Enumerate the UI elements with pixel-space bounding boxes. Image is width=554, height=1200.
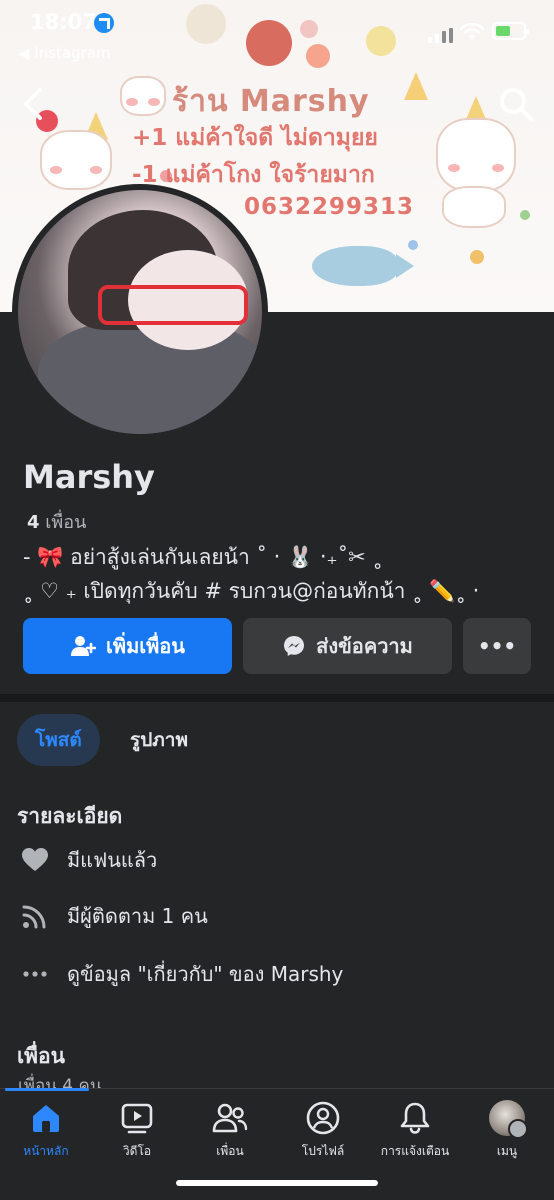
menu-avatar-wrap: [489, 1100, 528, 1139]
back-to-app-link[interactable]: ◀ Instagram: [18, 44, 111, 62]
cover-phone: 0632299313: [244, 194, 415, 220]
message-label: ส่งข้อความ: [316, 634, 413, 658]
menu-avatar: [489, 1100, 528, 1139]
bio-line-1: - 🎀 อย่าสู้งเล่นกันเลยน้า ˚ ‧ 🐰 ‧₊˚✂ ˳: [23, 545, 383, 569]
tab-photos[interactable]: รูปภาพ: [112, 714, 206, 766]
detail-followers[interactable]: มีผู้ติดตาม 1 คน: [21, 900, 208, 932]
tabbar-home-label: หน้าหลัก: [23, 1144, 69, 1158]
cat-sticker-body: [442, 186, 506, 228]
tabbar-profile-label: โปรไฟล์: [301, 1144, 345, 1158]
friends-count-label: เพื่อน: [45, 512, 87, 533]
tabbar-notifications[interactable]: การแจ้งเตือน: [370, 1100, 460, 1161]
tabbar-friends-label: เพื่อน: [216, 1144, 244, 1158]
tabbar-home[interactable]: หน้าหลัก: [1, 1100, 91, 1161]
messenger-icon: [284, 636, 305, 656]
tabbar-friends[interactable]: เพื่อน: [185, 1100, 275, 1161]
cellular-signal-icon: [428, 28, 453, 43]
battery-icon: [492, 22, 529, 40]
add-friend-label: เพิ่มเพื่อน: [106, 634, 185, 658]
message-button[interactable]: ส่งข้อความ: [243, 618, 452, 674]
confetti-dot: [408, 240, 418, 250]
ellipsis-icon: •••: [477, 634, 517, 658]
cat-sticker: [40, 130, 112, 190]
details-title: รายละเอียด: [17, 804, 123, 828]
add-friend-button[interactable]: เพิ่มเพื่อน: [23, 618, 232, 674]
profile-avatar[interactable]: [18, 190, 262, 434]
video-icon: [119, 1100, 155, 1136]
friends-count[interactable]: 4 เพื่อน: [27, 507, 86, 536]
status-time: 18:07: [30, 10, 97, 34]
more-button[interactable]: •••: [463, 618, 531, 674]
active-tab-indicator: [5, 1088, 89, 1091]
relationship-text: มีแฟนแล้ว: [67, 848, 158, 872]
cat-sticker: [436, 118, 516, 192]
friends-section-title: เพื่อน: [17, 1044, 65, 1068]
tabbar-menu-label: เมนู: [496, 1144, 518, 1158]
cat-sticker: [120, 76, 166, 116]
tab-posts[interactable]: โพสต์: [17, 714, 100, 766]
detail-relationship: มีแฟนแล้ว: [21, 844, 157, 876]
tabbar-menu[interactable]: เมนู: [462, 1100, 552, 1161]
home-icon: [28, 1100, 64, 1136]
tabbar-video-label: วิดีโอ: [122, 1144, 152, 1158]
friends-icon: [212, 1100, 248, 1136]
tabbar-video[interactable]: วิดีโอ: [92, 1100, 182, 1161]
tabbar-notifications-label: การแจ้งเตือน: [380, 1144, 450, 1158]
party-hat: [404, 72, 428, 100]
status-bar: 18:07 ◀ Instagram: [0, 0, 554, 70]
profile-name: Marshy: [23, 458, 155, 496]
avatar-glasses: [98, 285, 248, 325]
followers-text: มีผู้ติดตาม 1 คน: [67, 904, 208, 928]
section-divider: [0, 694, 554, 702]
fish-sticker: [312, 246, 414, 286]
add-person-icon: [71, 636, 97, 656]
rss-icon: [21, 902, 49, 930]
about-text: ดูข้อมูล "เกี่ยวกับ" ของ Marshy: [67, 962, 344, 986]
heart-icon: [21, 846, 49, 874]
bell-icon: [397, 1100, 433, 1136]
cover-line-1: +1 แม่ค้าใจดี ไม่ดามุยย: [132, 125, 378, 151]
confetti-dot: [470, 250, 484, 264]
friends-count-number: 4: [27, 512, 40, 533]
location-arrow-icon: [94, 13, 114, 33]
ellipsis-icon: [21, 960, 49, 988]
cover-title: ร้าน Marshy: [172, 84, 370, 119]
detail-about-link[interactable]: ดูข้อมูล "เกี่ยวกับ" ของ Marshy: [21, 958, 343, 990]
confetti-dot: [520, 210, 530, 220]
home-indicator: [176, 1180, 378, 1186]
bio-line-2: ˳ ♡ ₊ เปิดทุกวันคับ # รบกวน@ก่อนทักน้า ˳…: [23, 579, 480, 603]
profile-icon: [305, 1100, 341, 1136]
wifi-icon: [460, 22, 484, 40]
back-chevron-icon[interactable]: [18, 84, 48, 124]
search-icon[interactable]: [496, 84, 536, 124]
tabbar-profile[interactable]: โปรไฟล์: [278, 1100, 368, 1161]
